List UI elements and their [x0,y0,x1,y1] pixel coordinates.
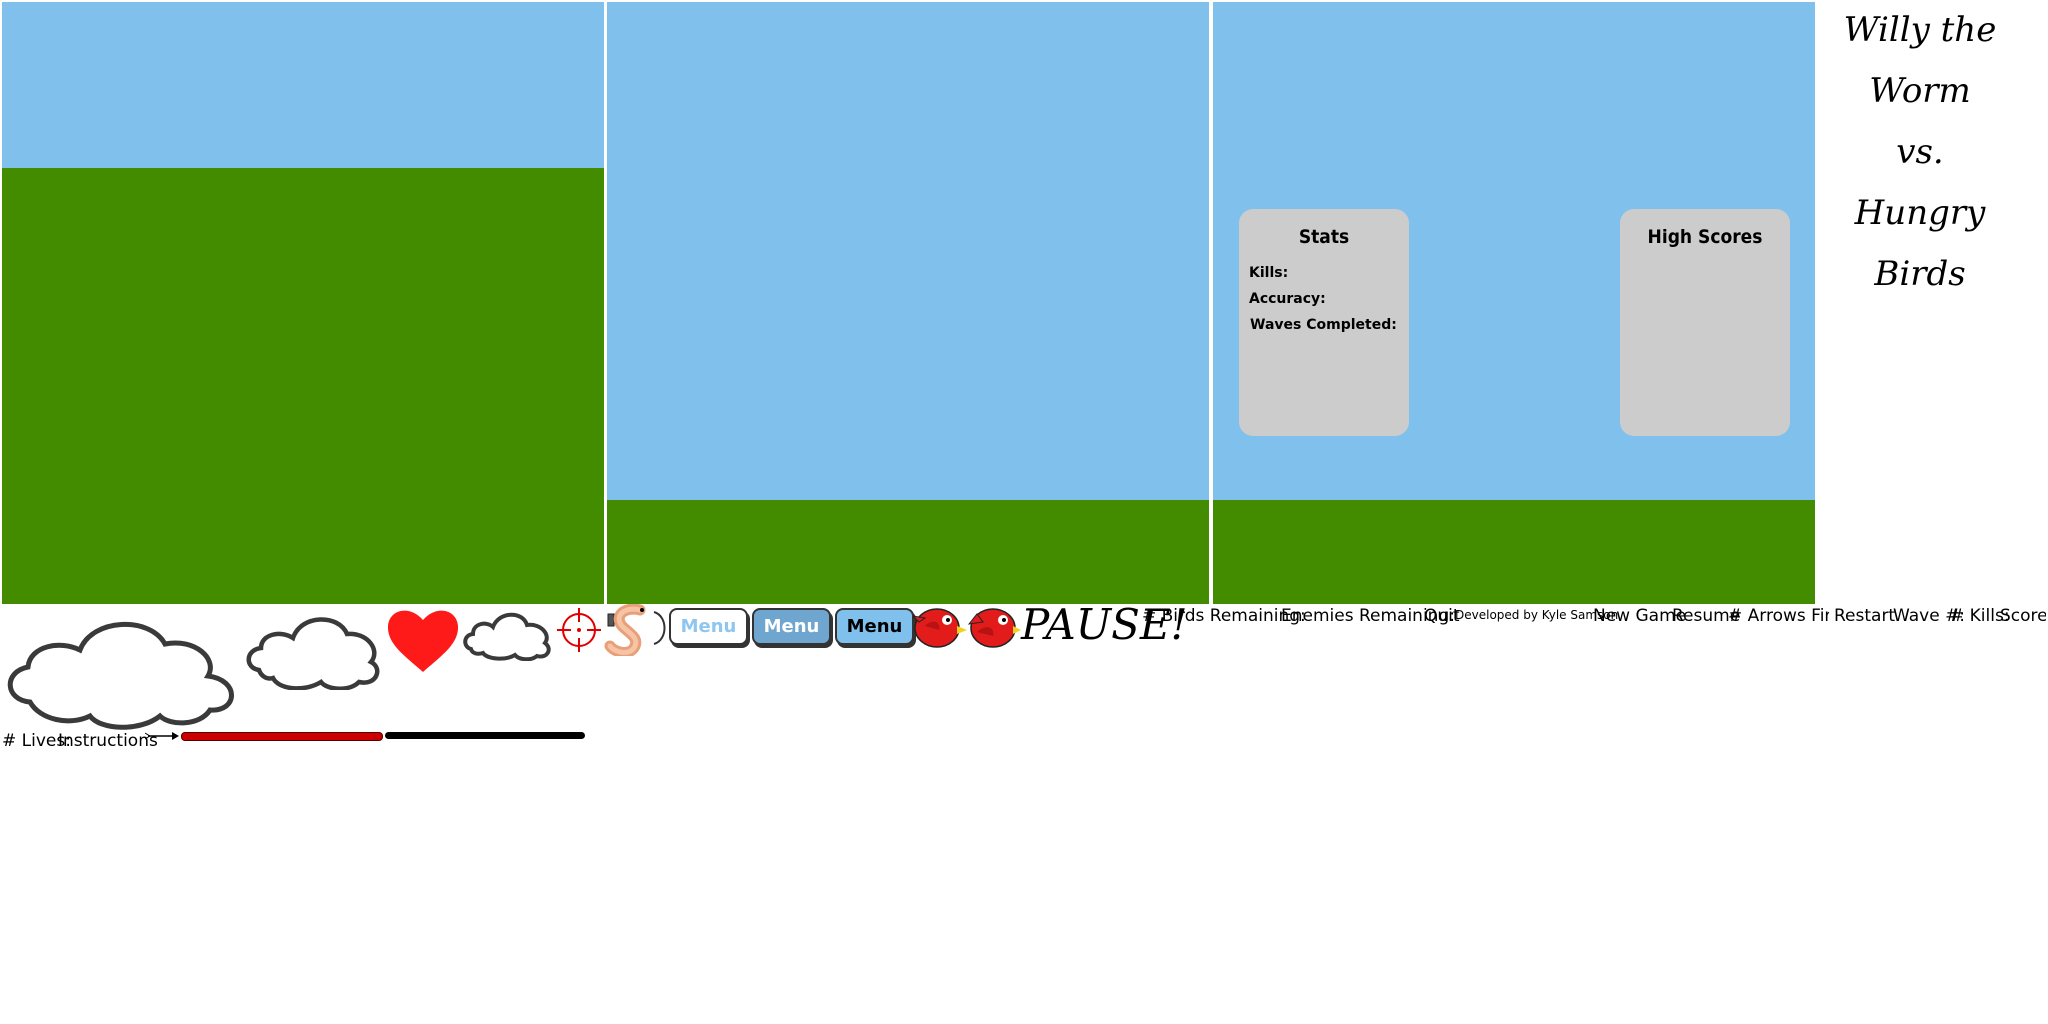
cloud-medium-icon [246,617,380,690]
worm-icon [604,604,646,656]
bow-icon [653,611,666,645]
heart-icon [387,610,459,672]
game-title-line-1: Willy the Worm [1843,10,1997,111]
cloud-large-icon [7,622,234,730]
arrows-fired-label: # Arrows Fired [1728,606,1829,626]
empty-bar [385,732,585,739]
crosshair-icon [557,608,601,652]
scene-2-grass [607,500,1209,604]
stats-panel: Stats Kills: Accuracy: Waves Completed: [1239,209,1409,436]
arrow-icon [145,732,179,740]
health-bar [181,732,383,741]
bird-flap-icon [967,608,1021,648]
scene-3-grass [1213,500,1815,604]
stats-title: Stats [1298,226,1350,248]
high-scores-title: High Scores [1647,226,1763,248]
stats-waves-label: Waves Completed: [1250,317,1397,333]
scene-2-sky [607,2,1209,500]
cloud-small-icon [463,612,551,661]
high-scores-panel: High Scores [1620,209,1790,436]
bird-icon [913,608,967,648]
restart-label: Restart [1834,606,1896,626]
game-title-line-3: Hungry Birds [1854,193,1986,294]
menu-button[interactable]: Menu [835,608,914,645]
stats-kills-label: Kills: [1249,265,1289,281]
game-title-line-2: vs. [1896,132,1944,172]
score-label: Score: [2000,606,2046,626]
menu-button-pressed[interactable]: Menu [752,608,831,645]
menu-button-light[interactable]: Menu [669,608,748,645]
scene-1-sky [2,2,604,168]
instructions-label: Instructions [58,731,158,751]
game-title: Willy the Worm vs. Hungry Birds [1815,0,2025,305]
stats-accuracy-label: Accuracy: [1249,291,1326,307]
scene-1-grass [2,168,604,604]
